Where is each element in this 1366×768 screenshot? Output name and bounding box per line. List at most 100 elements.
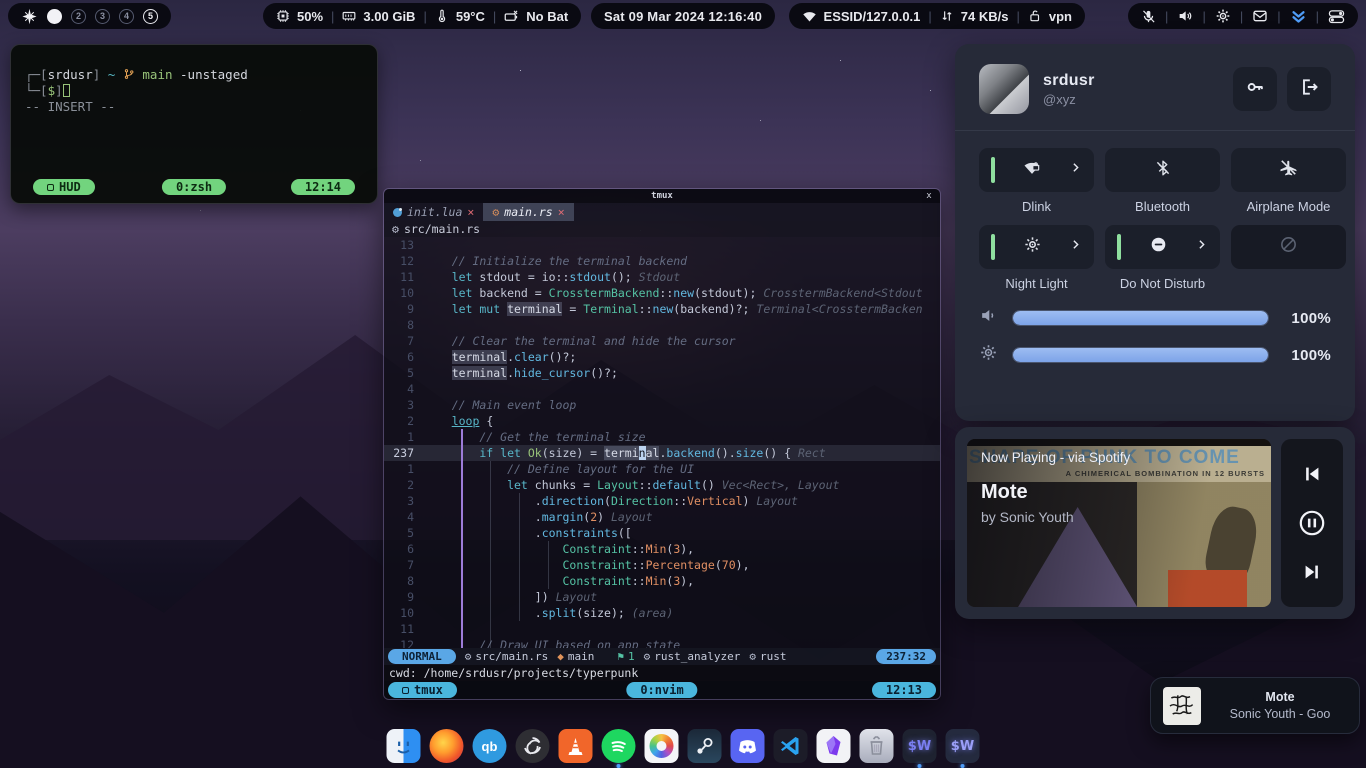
workspace-4[interactable]: 4 — [119, 9, 134, 24]
workspace-1[interactable] — [47, 9, 62, 24]
workspace-3[interactable]: 3 — [95, 9, 110, 24]
username: srdusr — [1043, 72, 1095, 90]
clock-widget[interactable]: Sat 09 Mar 2024 12:16:40 — [591, 3, 775, 29]
obsidian-icon[interactable] — [817, 729, 851, 763]
wifi-lock-icon — [1022, 158, 1042, 183]
vlc-icon[interactable] — [559, 729, 593, 763]
workspace-2[interactable]: 2 — [71, 9, 86, 24]
previous-track-button[interactable] — [1294, 456, 1330, 492]
vim-mode: NORMAL — [388, 649, 456, 664]
tab-close-icon[interactable]: × — [467, 205, 474, 219]
code-line: 12 // Initialize the terminal backend — [384, 253, 940, 269]
file-manager-icon[interactable] — [387, 729, 421, 763]
next-track-button[interactable] — [1294, 554, 1330, 590]
tmux-clock-pill: 12:13 — [872, 682, 936, 698]
w-app-icon-2[interactable]: $W — [946, 729, 980, 763]
mail-icon[interactable] — [1252, 8, 1268, 24]
vpn-label: vpn — [1049, 9, 1072, 24]
toggles-icon[interactable] — [1328, 8, 1345, 25]
toggle-on-indicator — [1117, 234, 1121, 260]
window-close-button[interactable]: x — [918, 191, 940, 201]
code-line: 11 let stdout = io::stdout(); Stdout — [384, 269, 940, 285]
photos-icon[interactable] — [645, 729, 679, 763]
top-bar: 2 3 4 5 50% | 3.00 GiB | 59°C | No Bat S… — [0, 0, 1366, 32]
chevron-double-down-icon[interactable] — [1290, 8, 1307, 25]
steam-icon[interactable] — [688, 729, 722, 763]
toggle-bluetooth[interactable] — [1105, 148, 1220, 192]
code-line: 6 Constraint::Min(3), — [384, 541, 940, 557]
code-line: 7 // Clear the terminal and hide the cur… — [384, 333, 940, 349]
code-line: 2 let chunks = Layout::default() Vec<Rec… — [384, 477, 940, 493]
album-art[interactable]: SHAPE OF PUNK TO COME A CHIMERICAL BOMBI… — [967, 439, 1271, 607]
toggle-label: Night Light — [1005, 276, 1067, 292]
settings-gear-icon[interactable] — [1215, 8, 1231, 24]
volume-icon[interactable] — [1177, 8, 1193, 24]
indent-guide — [461, 429, 463, 648]
w-app-icon[interactable]: $W — [903, 729, 937, 763]
volume-slider[interactable] — [1012, 310, 1269, 326]
toggle-night-light[interactable] — [979, 225, 1094, 269]
tab-main-rs[interactable]: ⚙ main.rs × — [483, 203, 573, 221]
prohibited-icon — [1279, 235, 1298, 259]
tmux-clock-pill: 12:14 — [291, 179, 355, 195]
code-line: 6 terminal.clear()?; — [384, 349, 940, 365]
dock: qb $W $W — [387, 729, 980, 763]
lock-keys-button[interactable] — [1233, 67, 1277, 111]
discord-icon[interactable] — [731, 729, 765, 763]
tab-init-lua[interactable]: init.lua × — [384, 203, 483, 221]
breadcrumb: ⚙ src/main.rs — [384, 221, 940, 237]
chevron-right-icon[interactable] — [1069, 238, 1082, 256]
tmux-session-pill[interactable]: HUD — [33, 179, 95, 195]
window-glyph-icon — [402, 687, 409, 694]
prompt-branch: main — [142, 67, 172, 82]
network-widget[interactable]: ESSID/127.0.0.1 | 74 KB/s | vpn — [789, 3, 1085, 29]
vi-mode-indicator: -- INSERT -- — [25, 99, 115, 114]
memory-usage: 3.00 GiB — [363, 9, 415, 24]
hud-terminal-window[interactable]: ┌─[srdusr] ~ main -unstaged └─[$] -- INS… — [10, 44, 378, 204]
code-line: 5 terminal.hide_cursor()?; — [384, 365, 940, 381]
temperature: 59°C — [456, 9, 485, 24]
wifi-icon — [802, 9, 817, 24]
tmux-window-pill[interactable]: 0:zsh — [162, 179, 226, 195]
microphone-muted-icon[interactable] — [1141, 9, 1156, 24]
vscode-icon[interactable] — [774, 729, 808, 763]
firefox-icon[interactable] — [430, 729, 464, 763]
datetime: Sat 09 Mar 2024 12:16:40 — [604, 9, 762, 24]
rust-file-icon: ⚙ — [392, 222, 399, 236]
toggle-do-not-disturb[interactable] — [1105, 225, 1220, 269]
chevron-right-icon[interactable] — [1069, 161, 1082, 179]
toggle-airplane-mode[interactable] — [1231, 148, 1346, 192]
running-indicator — [961, 764, 965, 768]
workspace-5[interactable]: 5 — [143, 9, 158, 24]
launcher-star-icon[interactable] — [21, 8, 38, 25]
sun-icon — [1023, 235, 1042, 259]
code-line: 11 — [384, 621, 940, 637]
pause-button[interactable] — [1294, 505, 1330, 541]
chevron-right-icon[interactable] — [1195, 238, 1208, 256]
key-icon — [1245, 77, 1265, 102]
essid: ESSID/127.0.0.1 — [824, 9, 921, 24]
qbittorrent-icon[interactable]: qb — [473, 729, 507, 763]
code-line: 5 .constraints([ — [384, 525, 940, 541]
git-branch-icon — [123, 67, 135, 82]
toggle-dlink[interactable] — [979, 148, 1094, 192]
volume-icon — [979, 306, 998, 330]
tmux-window-pill[interactable]: 0:nvim — [626, 682, 697, 698]
code-line: 237 if let Ok(size) = terminal.backend()… — [384, 445, 940, 461]
tmux-statusbar: tmux 0:nvim 12:13 — [384, 681, 940, 699]
system-stats-widget[interactable]: 50% | 3.00 GiB | 59°C | No Bat — [263, 3, 581, 29]
toggle-disabled[interactable] — [1231, 225, 1346, 269]
notification[interactable]: Mote Sonic Youth - Goo — [1150, 677, 1360, 734]
trash-icon[interactable] — [860, 729, 894, 763]
now-playing-status: Now Playing - via Spotify — [981, 450, 1130, 465]
obs-icon[interactable] — [516, 729, 550, 763]
tab-close-icon[interactable]: × — [558, 205, 565, 219]
rust-lang-icon: ⚙ — [749, 650, 756, 663]
workspace-switcher: 2 3 4 5 — [8, 3, 171, 29]
brightness-slider[interactable] — [1012, 347, 1269, 363]
editor[interactable]: 1312 // Initialize the terminal backend1… — [384, 237, 940, 648]
tmux-window[interactable]: tmux x init.lua × ⚙ main.rs × ⚙ src/main… — [383, 188, 941, 700]
logout-button[interactable] — [1287, 67, 1331, 111]
spotify-icon[interactable] — [602, 729, 636, 763]
tmux-session-pill[interactable]: tmux — [388, 682, 457, 698]
